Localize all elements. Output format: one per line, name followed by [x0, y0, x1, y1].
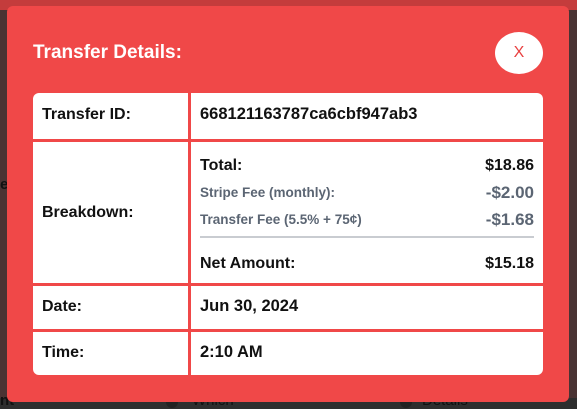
time-label: Time: — [42, 344, 85, 361]
transfer-details-table: Transfer ID: 668121163787ca6cbf947ab3 Br… — [33, 93, 543, 375]
table-row-transfer-id: Transfer ID: 668121163787ca6cbf947ab3 — [33, 93, 543, 139]
transfer-id-label: Transfer ID: — [42, 106, 131, 123]
close-button[interactable]: X — [495, 32, 543, 74]
breakdown-label: Breakdown: — [42, 204, 134, 221]
total-value: $18.86 — [485, 157, 534, 174]
transfer-id-value: 668121163787ca6cbf947ab3 — [200, 105, 418, 123]
net-amount-label: Net Amount: — [200, 255, 296, 272]
table-row-time: Time: 2:10 AM — [33, 332, 543, 375]
transfer-fee-label: Transfer Fee (5.5% + 75¢) — [200, 212, 362, 227]
date-label: Date: — [42, 298, 83, 315]
close-icon: X — [513, 44, 525, 61]
stripe-fee-value: -$2.00 — [485, 183, 534, 202]
net-amount-value: $15.18 — [485, 255, 534, 272]
transfer-details-modal: Transfer Details: X Transfer ID: 6681211… — [7, 6, 569, 402]
total-label: Total: — [200, 157, 243, 174]
table-row-date: Date: Jun 30, 2024 — [33, 286, 543, 329]
time-value: 2:10 AM — [200, 343, 263, 361]
breakdown-separator — [200, 236, 534, 238]
modal-title: Transfer Details: — [33, 42, 182, 63]
date-value: Jun 30, 2024 — [200, 297, 299, 315]
stripe-fee-label: Stripe Fee (monthly): — [200, 185, 336, 200]
transfer-fee-value: -$1.68 — [485, 210, 534, 229]
